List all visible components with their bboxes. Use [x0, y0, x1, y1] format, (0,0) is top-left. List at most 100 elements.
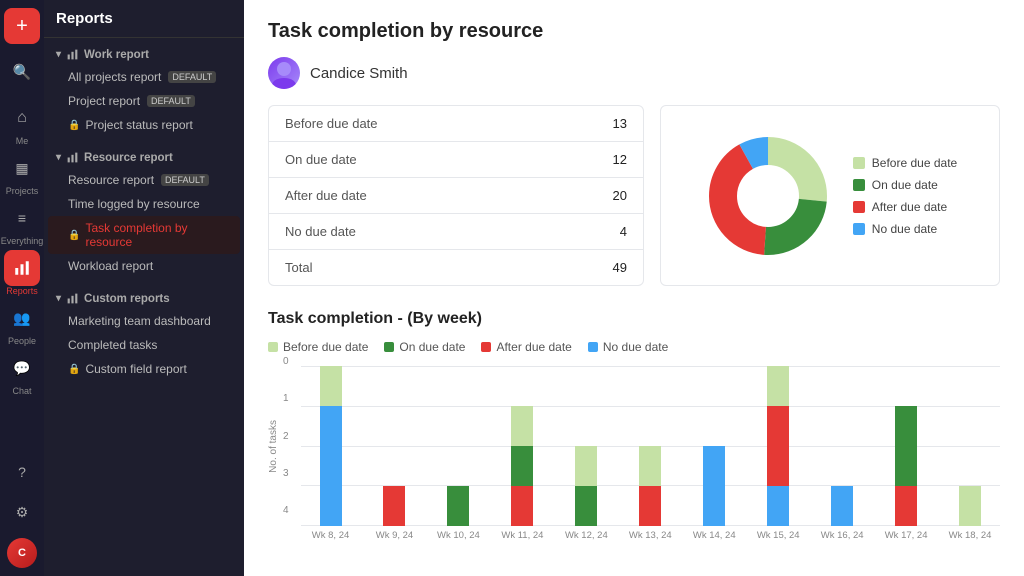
rail-me[interactable]: ⌂ Me — [4, 100, 40, 146]
rail-help[interactable]: ? — [4, 454, 40, 490]
nav-resource-report[interactable]: Resource report DEFAULT — [48, 168, 240, 192]
legend-no-due-label: No due date — [872, 222, 937, 236]
rail-everything[interactable]: ≡ Everything — [1, 200, 44, 246]
legend-nodue-text: No due date — [603, 340, 668, 354]
bar-seg-before-0 — [320, 366, 342, 406]
section-resource-report-title[interactable]: ▾ Resource report — [44, 147, 244, 168]
legend-before-text: Before due date — [283, 340, 368, 354]
stats-after-due-label: After due date — [285, 188, 367, 203]
bar-seg-after-3 — [511, 486, 533, 526]
bar-stack-0 — [320, 366, 342, 526]
section-resource-report: ▾ Resource report Resource report DEFAUL… — [44, 141, 244, 282]
bar-stack-5 — [639, 446, 661, 526]
bar-group-0 — [301, 366, 361, 526]
bar-stack-4 — [575, 446, 597, 526]
bar-stack-10 — [959, 486, 981, 526]
y-axis-label: No. of tasks — [268, 420, 279, 473]
bar-group-3 — [492, 406, 552, 526]
legend-after: After due date — [481, 340, 571, 354]
nav-marketing-label: Marketing team dashboard — [68, 314, 211, 328]
nav-completed-tasks[interactable]: Completed tasks — [48, 333, 240, 357]
bar-seg-before-4 — [575, 446, 597, 486]
stats-table: Before due date 13 On due date 12 After … — [268, 105, 644, 286]
nav-workload-label: Workload report — [68, 259, 153, 273]
rail-chat[interactable]: 💬 Chat — [4, 350, 40, 396]
bar-seg-on-3 — [511, 446, 533, 486]
legend-after-text: After due date — [496, 340, 571, 354]
bar-seg-before-7 — [767, 366, 789, 406]
bars-container: Wk 8, 24Wk 9, 24Wk 10, 24Wk 11, 24Wk 12,… — [301, 366, 1000, 541]
nav-all-projects[interactable]: All projects report DEFAULT — [48, 65, 240, 89]
x-label-8: Wk 16, 24 — [812, 530, 872, 541]
stats-before-due-label: Before due date — [285, 116, 378, 131]
resource-avatar — [268, 57, 300, 89]
rail-me-label: Me — [16, 136, 29, 146]
main-content: Task completion by resource Candice Smit… — [244, 0, 1024, 576]
section-work-report: ▾ Work report All projects report DEFAUL… — [44, 38, 244, 141]
legend-before-due-dot — [853, 157, 865, 169]
nav-workload[interactable]: Workload report — [48, 254, 240, 278]
legend-after-dot — [481, 342, 491, 352]
section-custom-reports: ▾ Custom reports Marketing team dashboar… — [44, 282, 244, 385]
section-resource-label: Resource report — [84, 152, 173, 164]
nav-marketing[interactable]: Marketing team dashboard — [48, 309, 240, 333]
x-label-10: Wk 18, 24 — [940, 530, 1000, 541]
chevron-down-icon-2: ▾ — [56, 152, 61, 163]
section-work-report-title[interactable]: ▾ Work report — [44, 44, 244, 65]
nav-custom-field-label: Custom field report — [85, 362, 186, 376]
bar-seg-after-1 — [383, 486, 405, 526]
bar-stack-9 — [895, 406, 917, 526]
stats-total-label: Total — [285, 260, 312, 275]
nav-resource-badge: DEFAULT — [161, 174, 209, 186]
stats-on-due: On due date 12 — [269, 142, 643, 178]
nav-task-completion[interactable]: 🔒 Task completion by resource — [48, 216, 240, 254]
lock-icon-2: 🔒 — [68, 230, 80, 241]
legend-before: Before due date — [268, 340, 368, 354]
bar-seg-before-10 — [959, 486, 981, 526]
stats-row: Before due date 13 On due date 12 After … — [268, 105, 1000, 286]
bar-seg-after-7 — [767, 406, 789, 486]
nav-project-status-label: Project status report — [85, 118, 192, 132]
stats-after-due: After due date 20 — [269, 178, 643, 214]
y-tick-2: 2 — [283, 431, 289, 442]
x-label-2: Wk 10, 24 — [428, 530, 488, 541]
rail-settings[interactable]: ⚙ — [4, 494, 40, 530]
bar-seg-after-9 — [895, 486, 917, 526]
legend-no-due-dot — [853, 223, 865, 235]
bar-chart-title: Task completion - (By week) — [268, 310, 1000, 328]
bar-seg-on-9 — [895, 406, 917, 486]
nav-time-logged[interactable]: Time logged by resource — [48, 192, 240, 216]
rail-people[interactable]: 👥 People — [4, 300, 40, 346]
user-avatar: C — [7, 538, 37, 568]
nav-project-report[interactable]: Project report DEFAULT — [48, 89, 240, 113]
legend-before-due: Before due date — [853, 156, 957, 170]
rail-people-label: People — [8, 336, 36, 346]
bar-stack-6 — [703, 446, 725, 526]
legend-on-due-label: On due date — [872, 178, 938, 192]
section-custom-reports-title[interactable]: ▾ Custom reports — [44, 288, 244, 309]
bar-stack-1 — [383, 486, 405, 526]
legend-on: On due date — [384, 340, 465, 354]
rail-add[interactable]: + — [4, 8, 40, 44]
x-label-3: Wk 11, 24 — [492, 530, 552, 541]
legend-on-text: On due date — [399, 340, 465, 354]
rail-search[interactable]: 🔍 — [4, 54, 40, 90]
y-tick-1: 1 — [283, 393, 289, 404]
stats-on-due-value: 12 — [613, 152, 627, 167]
nav-custom-field[interactable]: 🔒 Custom field report — [48, 357, 240, 381]
bar-group-8 — [812, 486, 872, 526]
rail-reports[interactable]: Reports — [4, 250, 40, 296]
y-axis: 4 3 2 1 0 — [283, 356, 297, 516]
rail-projects[interactable]: ▦ Projects — [4, 150, 40, 196]
donut-chart-area: Before due date On due date After due da… — [660, 105, 1000, 286]
left-nav: Reports ▾ Work report All projects repor… — [44, 0, 244, 576]
rail-reports-label: Reports — [6, 286, 38, 296]
bar-stack-2 — [447, 486, 469, 526]
nav-project-status[interactable]: 🔒 Project status report — [48, 113, 240, 137]
rail-avatar[interactable]: C — [7, 538, 37, 568]
stats-after-due-value: 20 — [613, 188, 627, 203]
donut-chart — [703, 131, 833, 261]
legend-nodue-dot — [588, 342, 598, 352]
legend-before-dot — [268, 342, 278, 352]
bar-group-1 — [365, 486, 425, 526]
